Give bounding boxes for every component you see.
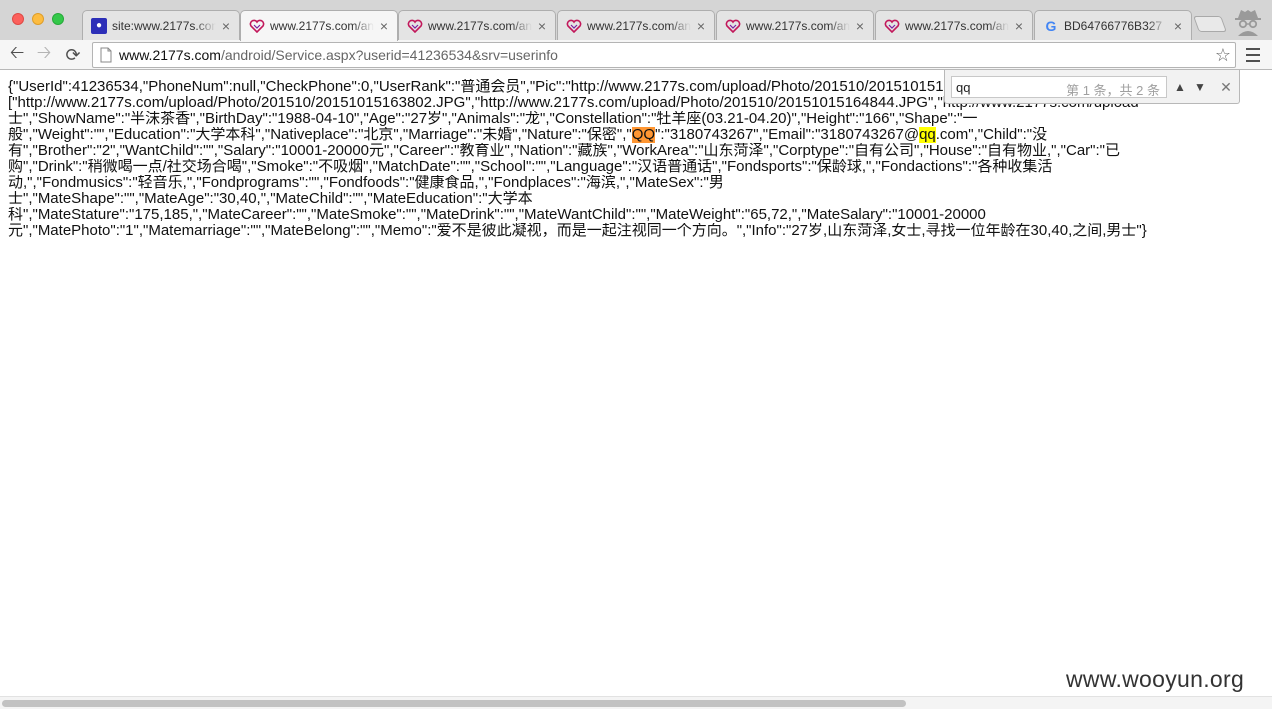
- paw-icon: ●: [91, 17, 107, 34]
- content-line: 动,","Fondmusics":"轻音乐,","Fondprograms":"…: [8, 175, 724, 191]
- chevron-up-icon[interactable]: ▲: [1171, 78, 1189, 96]
- google-icon: G: [1045, 17, 1057, 34]
- content-line: 元","MatePhoto":"1","Matemarriage":"","Ma…: [8, 223, 1147, 239]
- tab-title: www.2177s.com/android: [428, 18, 532, 33]
- url-host: www.2177s.com: [119, 47, 221, 63]
- window-minimize-button[interactable]: [32, 13, 44, 25]
- tab-6[interactable]: G BD64766776B327 ×: [1034, 10, 1192, 40]
- tab-title: www.2177s.com/android: [270, 19, 374, 33]
- back-arrow-icon[interactable]: 🡠: [5, 42, 29, 67]
- close-icon[interactable]: ×: [219, 18, 233, 34]
- window-maximize-button[interactable]: [52, 13, 64, 25]
- find-highlight-current: QQ: [631, 127, 656, 143]
- tab-3[interactable]: www.2177s.com/android ×: [557, 10, 715, 40]
- close-icon[interactable]: ✕: [1217, 78, 1235, 96]
- content-line: 般","Weight":"","Education":"大学本科","Nativ…: [8, 127, 1272, 143]
- tab-4[interactable]: www.2177s.com/android ×: [716, 10, 874, 40]
- close-icon[interactable]: ×: [694, 18, 708, 34]
- close-icon[interactable]: ×: [853, 18, 867, 34]
- page-icon: [100, 47, 112, 63]
- chevron-down-icon[interactable]: ▼: [1191, 78, 1209, 96]
- window-close-button[interactable]: [12, 13, 24, 25]
- watermark: www.wooyun.org: [1066, 666, 1245, 692]
- content-segment: 般","Weight":"","Education":"大学本科","Nativ…: [8, 127, 632, 143]
- content-line: 士","MateShape":"","MateAge":"30,40,","Ma…: [8, 191, 533, 207]
- horizontal-scrollbar[interactable]: [0, 696, 1272, 709]
- tab-title: www.2177s.com/android: [905, 18, 1009, 33]
- heart-icon: [725, 18, 741, 34]
- tab-0[interactable]: ● site:www.2177s.com ×: [82, 10, 240, 40]
- tab-title: www.2177s.com/android: [746, 18, 850, 33]
- url-path: /android/Service.aspx?userid=41236534&sr…: [220, 47, 558, 63]
- url-text: www.2177s.com/android/Service.aspx?useri…: [119, 47, 558, 63]
- content-segment: .com","Child":"没: [935, 127, 1048, 143]
- tab-title: BD64766776B327: [1064, 18, 1163, 33]
- find-highlight: qq: [919, 127, 936, 143]
- scrollbar-thumb[interactable]: [2, 700, 906, 707]
- close-icon[interactable]: ×: [1012, 18, 1026, 34]
- new-tab-button[interactable]: [1193, 16, 1227, 32]
- tab-title: site:www.2177s.com: [112, 18, 216, 33]
- tab-1[interactable]: www.2177s.com/android ×: [240, 10, 398, 41]
- address-bar[interactable]: www.2177s.com/android/Service.aspx?useri…: [92, 42, 1236, 68]
- close-icon[interactable]: ×: [1171, 18, 1185, 34]
- find-match-count: 第 1 条，共 2 条: [1066, 83, 1160, 98]
- heart-icon: [566, 18, 582, 34]
- tab-strip: ● site:www.2177s.com × www.2177s.com/and…: [0, 0, 1272, 41]
- bookmark-star-icon[interactable]: ☆: [1215, 45, 1231, 66]
- close-icon[interactable]: ×: [377, 18, 391, 34]
- tab-title: www.2177s.com/android: [587, 18, 691, 33]
- content-line: 科","MateStature":"175,185,","MateCareer"…: [8, 207, 986, 223]
- content-line: 有","Brother":"2","WantChild":"","Salary"…: [8, 143, 1120, 159]
- tab-5[interactable]: www.2177s.com/android ×: [875, 10, 1033, 40]
- find-bar: qq 第 1 条，共 2 条 ▲ ▼ ✕: [944, 70, 1240, 104]
- content-line: 购","Drink":"稍微喝一点/社交场合喝","Smoke":"不吸烟","…: [8, 159, 1053, 175]
- browser-toolbar: 🡠 🡢 ⟳ www.2177s.com/android/Service.aspx…: [0, 40, 1272, 70]
- content-line: 士","ShowName":"半沫茶香","BirthDay":"1988-04…: [8, 111, 978, 127]
- find-query: qq: [956, 80, 971, 95]
- content-segment: ":"3180743267","Email":"3180743267@: [655, 127, 920, 143]
- close-icon[interactable]: ×: [535, 18, 549, 34]
- tab-2[interactable]: www.2177s.com/android ×: [398, 10, 556, 40]
- heart-icon: [884, 18, 900, 34]
- forward-arrow-icon[interactable]: 🡢: [32, 42, 56, 67]
- heart-icon: [249, 18, 265, 34]
- hamburger-menu-icon[interactable]: [1246, 48, 1260, 62]
- reload-icon[interactable]: ⟳: [61, 43, 85, 67]
- heart-icon: [407, 18, 423, 34]
- incognito-icon: [1235, 10, 1261, 36]
- find-input[interactable]: qq 第 1 条，共 2 条: [951, 76, 1167, 98]
